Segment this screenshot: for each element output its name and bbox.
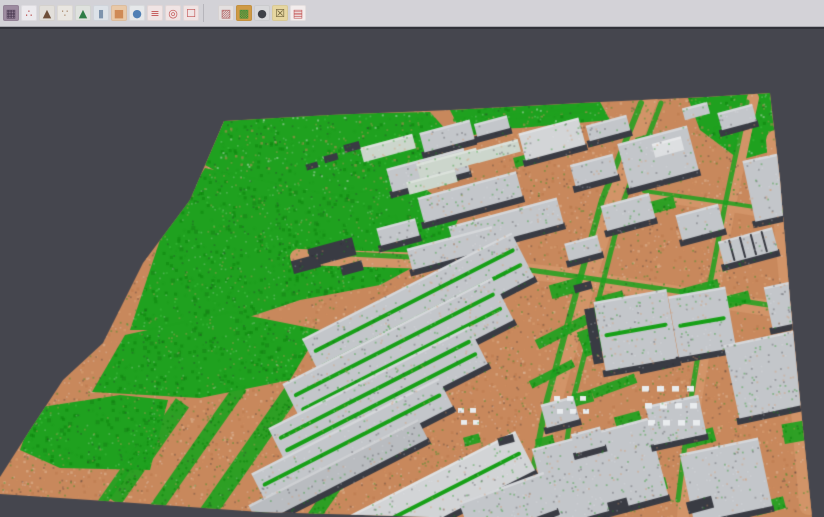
- checker-grid-icon[interactable]: ▨: [218, 5, 234, 21]
- main-toolbar: ▦∴▲∵▲▮■●≡◎☐▨▩●☒▤: [0, 0, 824, 27]
- terrain-mountain-icon[interactable]: ▲: [39, 5, 55, 21]
- ground-class-icon[interactable]: ■: [111, 5, 127, 21]
- application-window: ▦∴▲∵▲▮■●≡◎☐▨▩●☒▤: [0, 0, 824, 517]
- 3d-viewport: [0, 27, 824, 517]
- target-circle-icon[interactable]: ◎: [165, 5, 181, 21]
- toolbar-separator: [203, 4, 214, 22]
- dark-sphere-icon[interactable]: ●: [254, 5, 270, 21]
- cross-section-bars-icon[interactable]: ▤: [290, 5, 306, 21]
- vegetation-hill-icon[interactable]: ▲: [75, 5, 91, 21]
- classification-map-icon[interactable]: ▩: [236, 5, 252, 21]
- selection-box-icon[interactable]: ☐: [183, 5, 199, 21]
- profile-column-icon[interactable]: ▮: [93, 5, 109, 21]
- ground-points-icon[interactable]: ∵: [57, 5, 73, 21]
- point-cloud-canvas[interactable]: [0, 29, 824, 517]
- globe-icon[interactable]: ●: [129, 5, 145, 21]
- classified-points-icon[interactable]: ∴: [21, 5, 37, 21]
- clip-box-icon[interactable]: ☒: [272, 5, 288, 21]
- point-cloud-thumbnail-icon[interactable]: ▦: [3, 5, 19, 21]
- stacked-layers-icon[interactable]: ≡: [147, 5, 163, 21]
